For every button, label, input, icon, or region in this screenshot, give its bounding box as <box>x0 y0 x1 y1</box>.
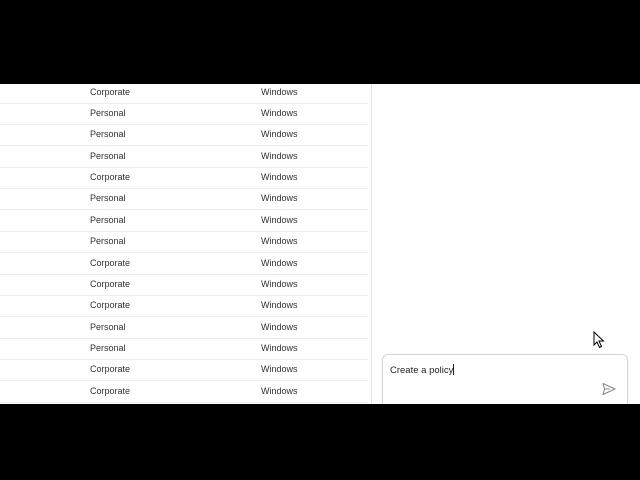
os-cell: Windows <box>261 322 298 332</box>
table-row[interactable]: Corporate Windows <box>0 381 368 403</box>
os-cell: Windows <box>261 364 298 374</box>
send-button[interactable] <box>601 381 617 397</box>
ownership-cell: Corporate <box>90 279 131 289</box>
ownership-cell: Personal <box>90 129 126 139</box>
ownership-cell: Personal <box>90 193 126 203</box>
ownership-cell: Corporate <box>90 386 131 396</box>
ownership-cell: Personal <box>90 343 126 353</box>
send-icon <box>602 382 616 396</box>
os-cell: Windows <box>261 129 298 139</box>
os-cell: Windows <box>261 279 298 289</box>
ownership-cell: Personal <box>90 322 126 332</box>
copilot-panel: Create a policy <box>372 84 640 404</box>
table-row[interactable]: Personal Windows <box>0 338 368 360</box>
ownership-cell: Personal <box>90 108 126 118</box>
table-row[interactable]: Personal Windows <box>0 231 368 253</box>
table-row[interactable]: Personal Windows <box>0 317 368 339</box>
prompt-input-text: Create a policy <box>390 365 454 376</box>
os-cell: Windows <box>261 386 298 396</box>
ownership-cell: Corporate <box>90 364 131 374</box>
table-row[interactable]: Corporate Windows <box>0 253 368 275</box>
device-table: Corporate Windows Personal Windows Perso… <box>0 84 371 404</box>
os-cell: Windows <box>261 215 298 225</box>
prompt-box[interactable]: Create a policy <box>382 354 628 404</box>
mouse-cursor-icon <box>593 331 605 349</box>
table-row[interactable]: Corporate Windows <box>0 295 368 317</box>
os-cell: Windows <box>261 193 298 203</box>
table-row[interactable]: Personal Windows <box>0 146 368 168</box>
table-row[interactable]: Personal Windows <box>0 210 368 232</box>
ownership-cell: Corporate <box>90 87 131 97</box>
text-caret <box>453 364 455 375</box>
ownership-cell: Personal <box>90 151 126 161</box>
os-cell: Windows <box>261 300 298 310</box>
ownership-cell: Corporate <box>90 258 131 268</box>
table-row[interactable]: Corporate Windows <box>0 274 368 296</box>
ownership-cell: Corporate <box>90 172 131 182</box>
table-row[interactable]: Corporate Windows <box>0 359 368 381</box>
table-row[interactable]: Personal Windows <box>0 124 368 146</box>
os-cell: Windows <box>261 258 298 268</box>
table-row[interactable]: Corporate Windows <box>0 84 368 104</box>
os-cell: Windows <box>261 172 298 182</box>
ownership-cell: Personal <box>90 215 126 225</box>
os-cell: Windows <box>261 343 298 353</box>
os-cell: Windows <box>261 87 298 97</box>
os-cell: Windows <box>261 236 298 246</box>
ownership-cell: Corporate <box>90 300 131 310</box>
prompt-input[interactable]: Create a policy <box>390 364 590 376</box>
table-row[interactable]: Personal Windows <box>0 188 368 210</box>
table-row[interactable]: Corporate Windows <box>0 167 368 189</box>
ownership-cell: Personal <box>90 236 126 246</box>
app-screen: Corporate Windows Personal Windows Perso… <box>0 84 640 404</box>
os-cell: Windows <box>261 108 298 118</box>
os-cell: Windows <box>261 151 298 161</box>
table-row[interactable]: Personal Windows <box>0 103 368 125</box>
